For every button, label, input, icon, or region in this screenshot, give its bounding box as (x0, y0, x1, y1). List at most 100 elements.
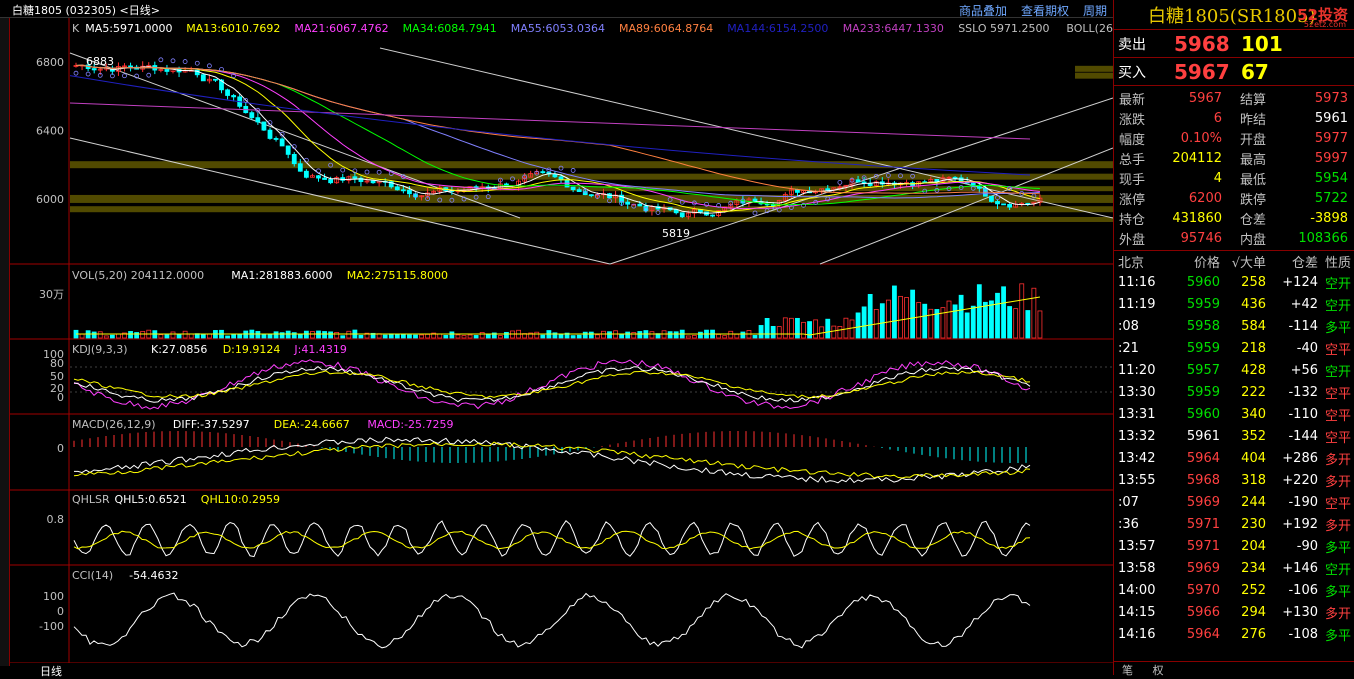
tick-row[interactable]: :07 5969 244 -190 空平 (1114, 491, 1354, 513)
tab-ticks[interactable]: 笔 (1114, 662, 1141, 678)
volume-bar (109, 334, 115, 339)
tick-row[interactable]: :21 5959 218 -40 空平 (1114, 337, 1354, 359)
stat-label: 外盘 (1119, 232, 1146, 248)
volume-bar (849, 319, 855, 339)
tick-row[interactable]: 11:19 5959 436 +42 空开 (1114, 293, 1354, 315)
tick-nature: 空平 (1324, 408, 1351, 424)
tick-row[interactable]: 13:55 5968 318 +220 多开 (1114, 469, 1354, 491)
sar-dot (73, 70, 79, 76)
tick-row[interactable]: 13:31 5960 340 -110 空平 (1114, 403, 1354, 425)
macd-header-item: DEA:-24.6667 (274, 418, 350, 431)
tick-price: 5959 (1186, 296, 1220, 312)
tick-row[interactable]: 14:00 5970 252 -106 多平 (1114, 579, 1354, 601)
kline-chart-area[interactable]: K MA5:5971.0000 MA13:6010.7692 MA21:6067.47… (0, 18, 1113, 663)
price-band (350, 216, 1113, 222)
tick-nature: 多平 (1324, 628, 1351, 644)
volume-bar (892, 285, 897, 339)
volume-bar (328, 331, 334, 339)
tick-volume: 584 (1241, 318, 1266, 334)
candle-body (795, 189, 800, 193)
volume-bar (685, 335, 691, 339)
volume-bar (734, 333, 740, 339)
kline-low-annot: 5819 (662, 227, 690, 240)
tick-volume: 258 (1241, 274, 1266, 290)
stat-label-2: 开盘 (1240, 132, 1267, 148)
overlay-commodity-link[interactable]: 商品叠加 (959, 2, 1007, 19)
volume-bar (922, 303, 928, 339)
tick-volume: 244 (1241, 494, 1266, 510)
candle-body (213, 78, 218, 81)
tick-volume: 404 (1241, 450, 1266, 466)
tick-time: 14:00 (1118, 582, 1156, 598)
volume-bar (807, 321, 812, 339)
tick-price: 5959 (1186, 384, 1220, 400)
volume-bar (206, 333, 212, 339)
tick-row[interactable]: 11:16 5960 258 +124 空开 (1114, 271, 1354, 293)
volume-bar (631, 332, 637, 339)
volume-bar (116, 333, 121, 339)
tick-oi-change: +124 (1282, 274, 1318, 290)
volume-bar (904, 297, 909, 339)
tick-time: 13:32 (1118, 428, 1156, 444)
volume-bar (898, 295, 903, 339)
volume-bar (297, 333, 303, 339)
view-options-link[interactable]: 查看期权 (1021, 2, 1069, 19)
tick-row[interactable]: 13:58 5969 234 +146 空开 (1114, 557, 1354, 579)
stat-row: 幅度 0.10% 开盘 5977 (1114, 128, 1354, 148)
macd-dea-line (73, 441, 1031, 479)
volume-bar (770, 325, 776, 339)
macd-y-label: 0 (57, 442, 64, 455)
tick-row[interactable]: 13:32 5961 352 -144 空平 (1114, 425, 1354, 447)
stat-label-2: 结算 (1240, 92, 1267, 108)
volume-bar (843, 317, 849, 339)
volume-bar (255, 331, 261, 339)
tick-row[interactable]: 13:42 5964 404 +286 多开 (1114, 447, 1354, 469)
cci-line (73, 592, 1031, 649)
tick-nature: 多平 (1324, 320, 1351, 336)
volume-bar (103, 335, 109, 339)
stat-label-2: 内盘 (1240, 232, 1267, 248)
stat-label-2: 跌停 (1240, 192, 1267, 208)
volume-bar (279, 332, 285, 339)
price-band (1075, 72, 1113, 79)
tick-price: 5960 (1186, 406, 1220, 422)
volume-bar (594, 334, 600, 339)
volume-bar (182, 330, 188, 339)
tick-nature: 空平 (1324, 386, 1351, 402)
volume-bar (322, 331, 327, 339)
volume-bar (801, 321, 806, 339)
tick-row[interactable]: 11:20 5957 428 +56 空开 (1114, 359, 1354, 381)
volume-bar (473, 335, 479, 339)
candle-body (279, 138, 285, 147)
volume-bar (225, 335, 230, 339)
kline-header-item: BOLL(26,2) (1066, 22, 1113, 35)
kdj-y-label: 80 (50, 357, 64, 370)
stat-value-2: 5954 (1314, 170, 1348, 186)
tab-rights[interactable]: 权 (1145, 662, 1172, 678)
chart-title: 白糖1805 (032305) <日线> (12, 4, 160, 17)
tick-price: 5961 (1186, 428, 1220, 444)
volume-bar (558, 334, 564, 339)
tick-row[interactable]: 13:57 5971 204 -90 多平 (1114, 535, 1354, 557)
sell-price: 5968 (1174, 31, 1230, 56)
tick-nature: 空平 (1324, 430, 1351, 446)
period-link[interactable]: 周期 (1083, 2, 1107, 19)
stat-value-2: 5722 (1314, 190, 1348, 206)
tick-row[interactable]: :36 5971 230 +192 多开 (1114, 513, 1354, 535)
toolbar-links: 商品叠加 查看期权 周期 (959, 2, 1107, 19)
volume-bar (837, 325, 843, 339)
tick-row[interactable]: :08 5958 584 -114 多平 (1114, 315, 1354, 337)
period-label[interactable]: 日线 (40, 663, 62, 679)
candle-body (225, 89, 230, 96)
volume-bar (946, 300, 952, 339)
tick-volume: 436 (1241, 296, 1266, 312)
tick-row[interactable]: 14:16 5964 276 -108 多平 (1114, 623, 1354, 645)
kline-header-item: MA89:6064.8764 (619, 22, 713, 35)
tick-table[interactable]: 11:16 5960 258 +124 空开 11:19 5959 436 +42 空开:08 59… (1114, 271, 1354, 645)
volume-bar (134, 332, 140, 339)
volume-bar (1013, 308, 1019, 339)
stat-value: 6200 (1188, 190, 1222, 206)
stat-label: 现手 (1119, 172, 1146, 188)
tick-row[interactable]: 13:30 5959 222 -132 空平 (1114, 381, 1354, 403)
tick-row[interactable]: 14:15 5966 294 +130 多开 (1114, 601, 1354, 623)
